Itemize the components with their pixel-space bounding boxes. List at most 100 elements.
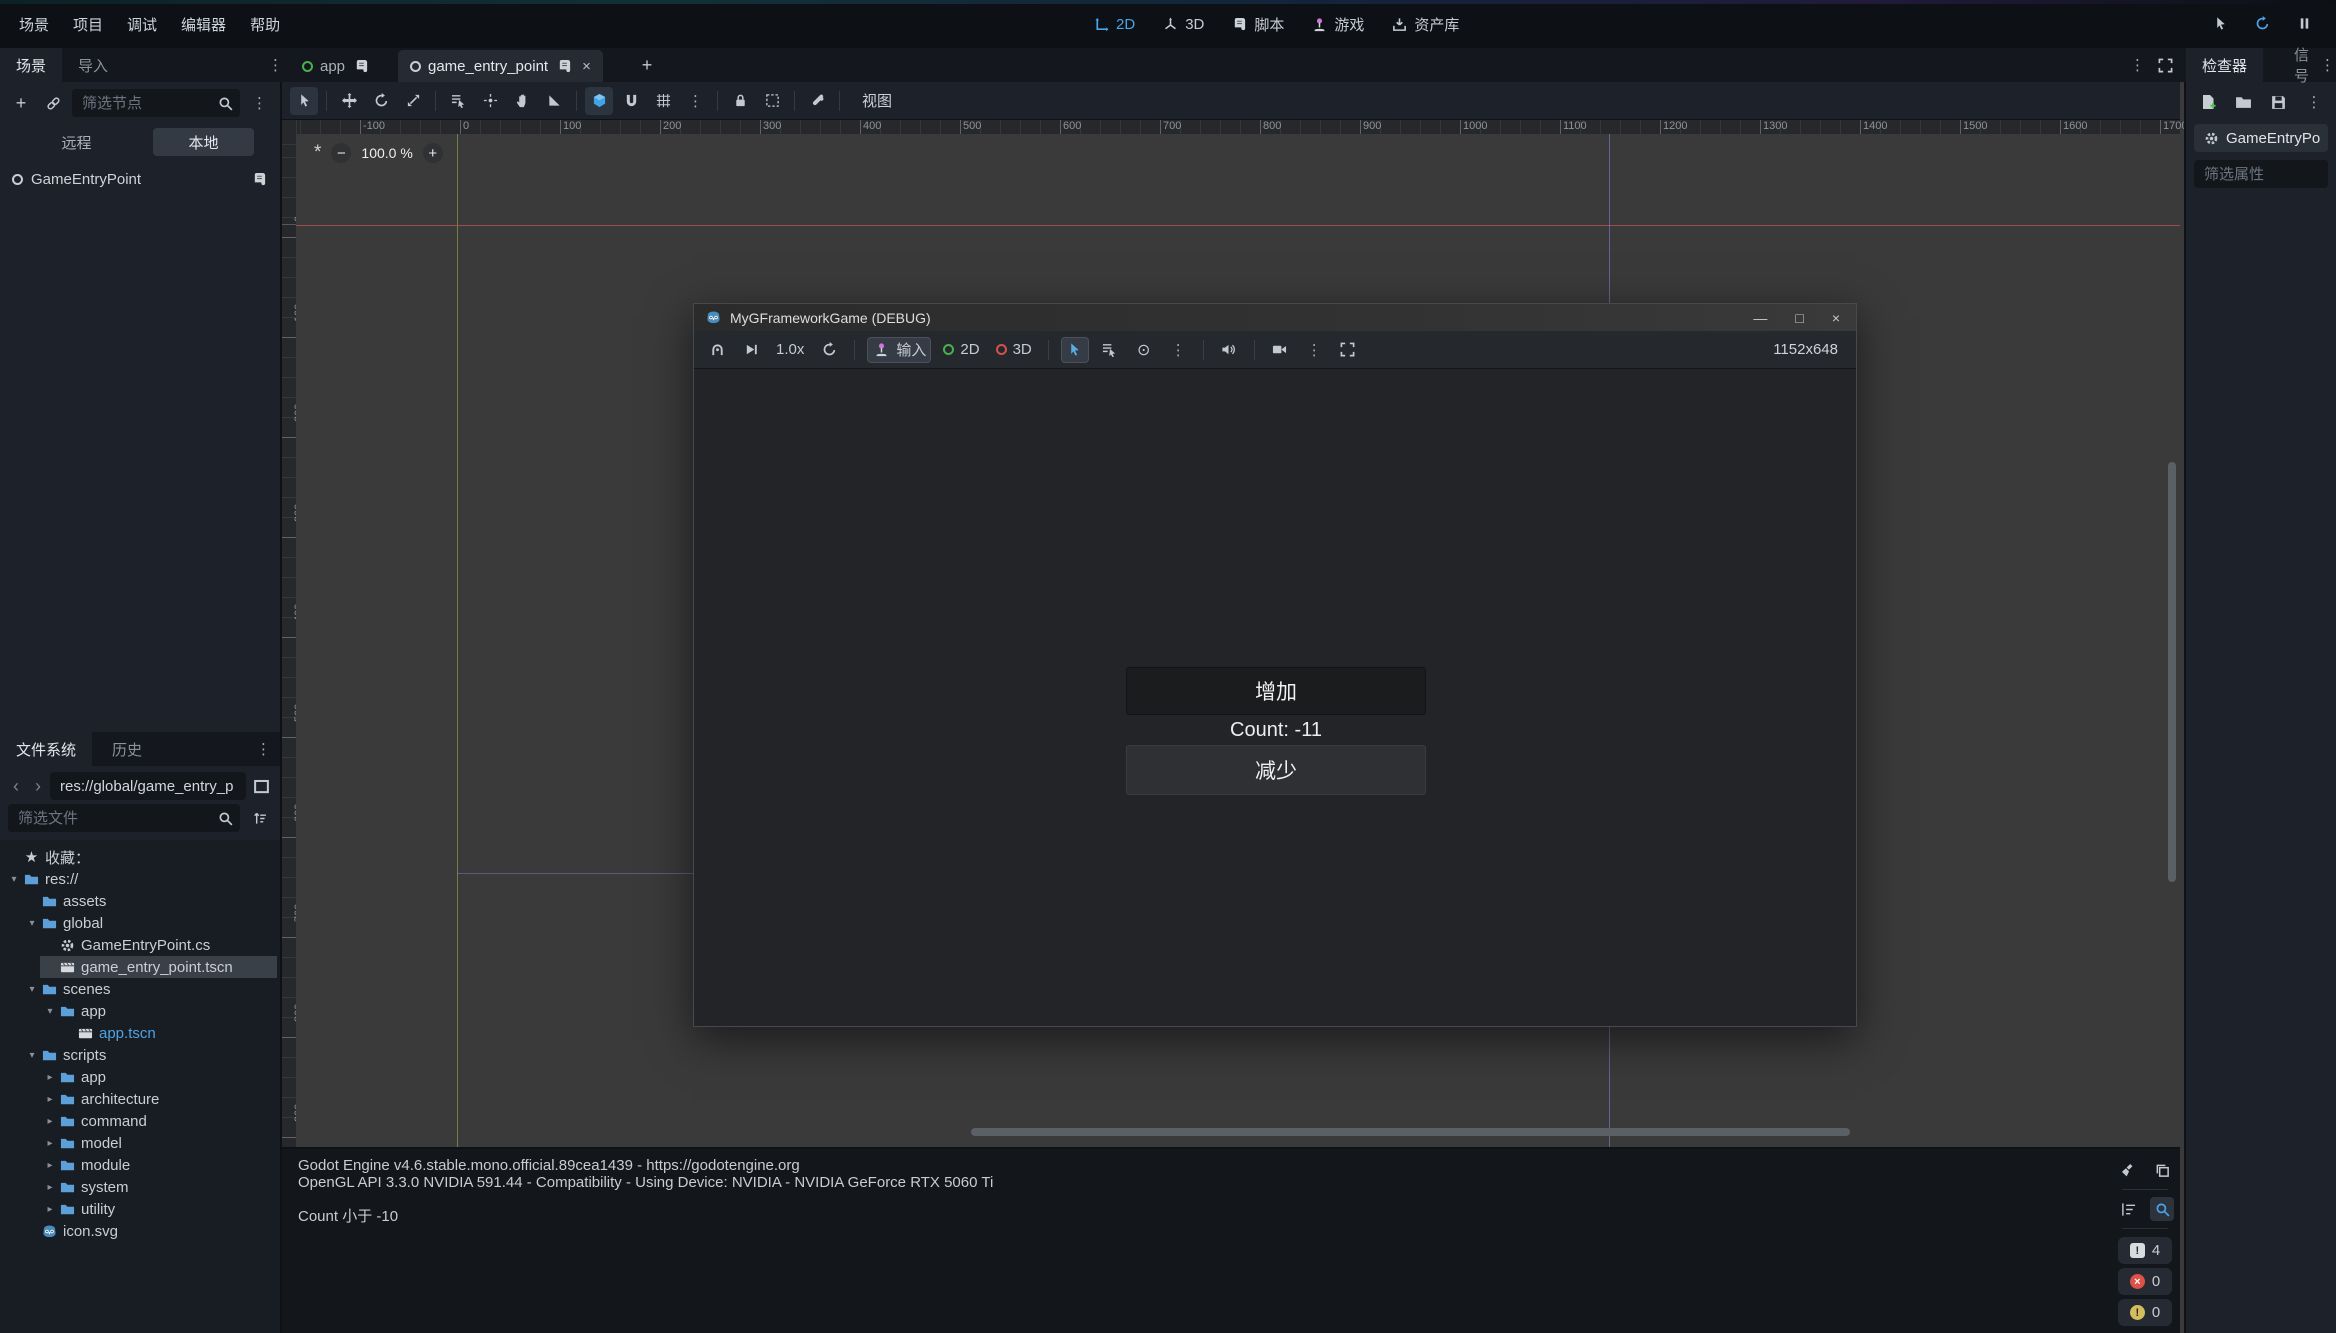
file-tree-item-module[interactable]: ▸module <box>0 1154 280 1176</box>
list-select-tool-button[interactable] <box>444 87 472 115</box>
maximize-button[interactable]: □ <box>1795 310 1803 326</box>
tree-expand-icon[interactable]: ▸ <box>42 1094 58 1105</box>
tree-collapse-icon[interactable]: ▾ <box>24 918 40 929</box>
new-resource-button[interactable] <box>2196 89 2221 115</box>
context-script[interactable]: 脚本 <box>1230 14 1284 35</box>
file-tree-item-game_entry_point.tscn[interactable]: game_entry_point.tscn <box>0 956 280 978</box>
file-tree-item-收藏：[interactable]: ★收藏： <box>0 846 280 868</box>
file-tree-item-assets[interactable]: assets <box>0 890 280 912</box>
nav-back-icon[interactable]: ‹ <box>6 776 26 797</box>
pan-tool-button[interactable] <box>508 87 536 115</box>
mode-2d-button[interactable]: 2D <box>939 337 983 363</box>
grid-toggle-button[interactable] <box>649 87 677 115</box>
menu-帮助[interactable]: 帮助 <box>239 10 291 39</box>
tree-expand-icon[interactable]: ▸ <box>42 1160 58 1171</box>
clear-output-button[interactable] <box>2116 1158 2140 1182</box>
menu-项目[interactable]: 项目 <box>62 10 114 39</box>
scene-tabs-menu[interactable]: ⋮ <box>262 52 288 78</box>
skeleton-options-button[interactable] <box>803 87 831 115</box>
pivot-tool-button[interactable] <box>476 87 504 115</box>
file-filter-input[interactable] <box>18 810 214 827</box>
file-tree-item-app[interactable]: ▾app <box>0 1000 280 1022</box>
nav-forward-icon[interactable]: › <box>28 776 48 797</box>
script-icon[interactable] <box>250 170 268 188</box>
ruler-tool-button[interactable] <box>540 87 568 115</box>
lock-selected-button[interactable] <box>726 87 754 115</box>
group-selected-button[interactable] <box>758 87 786 115</box>
remote-button[interactable]: 远程 <box>26 128 127 156</box>
vertical-scrollbar[interactable] <box>2168 462 2176 882</box>
grid-snap-magnet-button[interactable] <box>617 87 645 115</box>
minimize-button[interactable]: — <box>1753 310 1767 326</box>
tree-collapse-icon[interactable]: ▾ <box>24 1050 40 1061</box>
tree-expand-icon[interactable]: ▸ <box>42 1138 58 1149</box>
file-tree-item-app.tscn[interactable]: app.tscn <box>0 1022 280 1044</box>
smart-snap-button[interactable] <box>585 87 613 115</box>
copy-output-button[interactable] <box>2150 1158 2174 1182</box>
collapse-duplicates-button[interactable] <box>2116 1197 2140 1221</box>
close-button[interactable]: × <box>1832 310 1840 326</box>
error-count-badge[interactable]: ×0 <box>2118 1268 2172 1295</box>
file-tree-item-global[interactable]: ▾global <box>0 912 280 934</box>
tree-expand-icon[interactable]: ▸ <box>42 1182 58 1193</box>
snap-options-menu-button[interactable]: ⋮ <box>681 87 709 115</box>
file-tree-item-res[interactable]: ▾res:// <box>0 868 280 890</box>
context-3d[interactable]: 3D <box>1161 15 1204 33</box>
load-resource-button[interactable] <box>2231 89 2256 115</box>
save-resource-button[interactable] <box>2266 89 2291 115</box>
next-frame-button[interactable] <box>738 337 764 363</box>
scene-filter-input[interactable] <box>82 95 214 112</box>
resource-menu[interactable]: ⋮ <box>2301 89 2326 115</box>
file-tree-item-icon.svg[interactable]: icon.svg <box>0 1220 280 1242</box>
fullscreen-button[interactable] <box>1335 337 1361 363</box>
zoom-out-button[interactable]: − <box>331 143 351 163</box>
menu-调试[interactable]: 调试 <box>116 10 168 39</box>
file-tree-item-command[interactable]: ▸command <box>0 1110 280 1132</box>
rotate-tool-button[interactable] <box>367 87 395 115</box>
file-tree-item-GameEntryPoint.cs[interactable]: GameEntryPoint.cs <box>0 934 280 956</box>
zoom-in-button[interactable]: + <box>423 143 443 163</box>
menu-场景[interactable]: 场景 <box>8 10 60 39</box>
search-output-button[interactable] <box>2150 1197 2174 1221</box>
instance-scene-button[interactable] <box>40 90 66 116</box>
move-tool-button[interactable] <box>335 87 363 115</box>
context-assetlib[interactable]: 资产库 <box>1390 14 1459 35</box>
new-scene-tab-button[interactable]: + <box>634 52 660 78</box>
add-node-button[interactable]: + <box>8 90 34 116</box>
tree-collapse-icon[interactable]: ▾ <box>6 874 22 885</box>
toggle-split-mode-button[interactable] <box>248 773 274 799</box>
tree-collapse-icon[interactable]: ▾ <box>24 984 40 995</box>
menu-编辑器[interactable]: 编辑器 <box>170 10 237 39</box>
tree-expand-icon[interactable]: ▸ <box>42 1204 58 1215</box>
camera-override-button[interactable]: ⊙ <box>1131 337 1157 363</box>
inspector-dock-menu[interactable]: ⋮ <box>2314 52 2336 78</box>
expand-viewport-button[interactable] <box>2152 52 2178 78</box>
scale-tool-button[interactable] <box>399 87 427 115</box>
horizontal-scrollbar[interactable] <box>971 1128 1850 1136</box>
close-tab-icon[interactable]: × <box>582 58 591 75</box>
filesystem-menu[interactable]: ⋮ <box>250 736 276 762</box>
increase-button[interactable]: 增加 <box>1126 667 1426 715</box>
warning-count-badge[interactable]: !0 <box>2118 1299 2172 1326</box>
tab-import-dock[interactable]: 导入 <box>62 48 124 82</box>
editor-layout-menu[interactable]: ⋮ <box>2124 52 2150 78</box>
property-filter-input[interactable] <box>2204 166 2302 183</box>
center-view-icon[interactable]: * <box>314 142 321 164</box>
mute-audio-button[interactable] <box>1216 337 1242 363</box>
tree-expand-icon[interactable]: ▸ <box>42 1072 58 1083</box>
inspected-node[interactable]: GameEntryPoint.cs <box>2194 124 2328 152</box>
pause-scene-button[interactable] <box>2294 13 2314 35</box>
decrease-button[interactable]: 减少 <box>1126 745 1426 795</box>
debug-continue-button[interactable] <box>2210 13 2230 35</box>
local-button[interactable]: 本地 <box>153 128 254 156</box>
tab-history[interactable]: 历史 <box>96 732 158 766</box>
zoom-level[interactable]: 100.0 % <box>361 145 412 161</box>
scene-tab-game_entry_point[interactable]: game_entry_point× <box>398 50 603 82</box>
file-tree-item-system[interactable]: ▸system <box>0 1176 280 1198</box>
tab-scene-dock[interactable]: 场景 <box>0 48 62 82</box>
scene-tree-root[interactable]: GameEntryPoint <box>0 164 280 194</box>
file-tree-item-architecture[interactable]: ▸architecture <box>0 1088 280 1110</box>
scene-tab-app[interactable]: app <box>290 50 382 82</box>
window-titlebar[interactable]: MyGFrameworkGame (DEBUG) —□× <box>694 304 1856 331</box>
view-menu-button[interactable]: 视图 <box>854 90 900 111</box>
